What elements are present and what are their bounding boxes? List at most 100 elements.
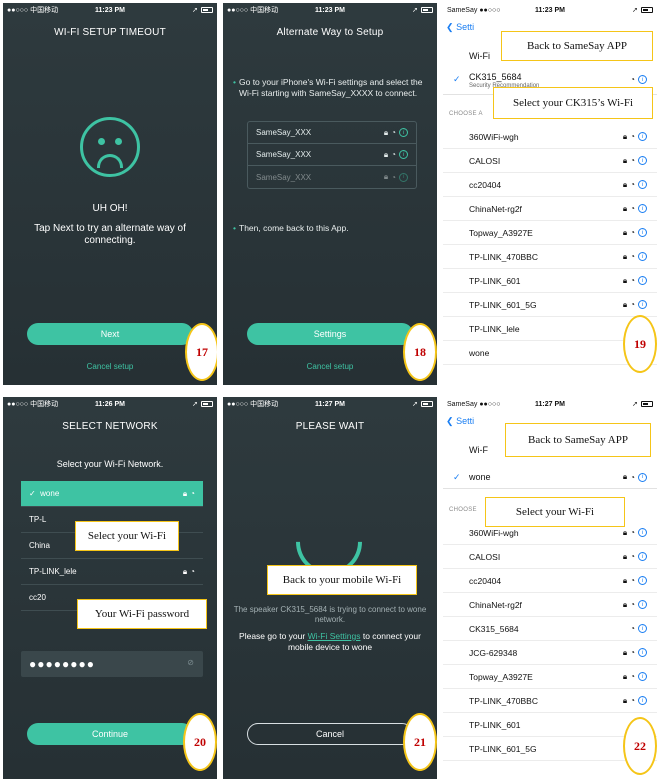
wifi-icon: ◔: [630, 228, 635, 237]
info-icon[interactable]: i: [638, 552, 647, 561]
info-icon[interactable]: i: [638, 156, 647, 165]
lock-icon: 🔒︎: [622, 575, 628, 585]
info-icon[interactable]: i: [638, 600, 647, 609]
clock: 11:27 PM: [535, 400, 565, 408]
hide-password-icon[interactable]: ⊘: [187, 658, 195, 667]
network-list: SameSay_XXX 🔒︎ ◔ i SameSay_XXX 🔒︎ ◔ i SameSay_…: [247, 121, 417, 189]
error-message: Tap Next to try an alternate way of conn…: [34, 223, 186, 246]
list-item-selected[interactable]: ✓ wone 🔒︎ ◔: [21, 481, 203, 507]
lock-icon: 🔒︎: [622, 275, 628, 285]
list-item[interactable]: TP-LINK_601 🔒︎ ◔ i: [443, 269, 657, 293]
settings-button[interactable]: Settings: [247, 323, 413, 345]
wifi-icon: ◔: [391, 150, 396, 159]
list-item[interactable]: TP-LINK_lele🔒︎◔: [21, 559, 203, 585]
lock-icon: 🔒︎: [182, 488, 188, 498]
list-item[interactable]: CALOSI 🔒︎ ◔ i: [443, 545, 657, 569]
battery-icon: [201, 401, 213, 407]
info-icon[interactable]: i: [399, 128, 408, 137]
step-badge: 19: [623, 315, 657, 373]
wifi-icon: ◔: [630, 204, 635, 213]
list-item[interactable]: SameSay_XXX 🔒︎ ◔ i: [248, 144, 416, 166]
info-icon[interactable]: i: [638, 696, 647, 705]
back-settings-button[interactable]: ❮ Setti: [446, 416, 474, 427]
info-icon[interactable]: i: [638, 252, 647, 261]
list-item[interactable]: ChinaNet-rg2f 🔒︎ ◔ i: [443, 197, 657, 221]
info-icon[interactable]: i: [638, 672, 647, 681]
next-button[interactable]: Next: [27, 323, 193, 345]
info-icon[interactable]: i: [638, 624, 647, 633]
status-message: The speaker CK315_5684 is trying to conn…: [233, 605, 427, 624]
wifi-icon: ◔: [630, 600, 635, 609]
info-icon[interactable]: i: [638, 276, 647, 285]
list-item[interactable]: Topway_A3927E 🔒︎ ◔ i: [443, 221, 657, 245]
lock-icon: 🔒︎: [622, 599, 628, 609]
screen-alternate-setup: ●●○○○ 中国移动 11:23 PM ➚ Alternate Way to S…: [223, 3, 437, 385]
info-icon[interactable]: i: [638, 576, 647, 585]
password-field[interactable]: ●●●●●●●● ⊘: [21, 651, 203, 677]
list-item[interactable]: cc20404 🔒︎ ◔ i: [443, 173, 657, 197]
info-icon[interactable]: i: [638, 75, 647, 84]
info-icon[interactable]: i: [638, 132, 647, 141]
cancel-setup-link[interactable]: Cancel setup: [3, 362, 217, 371]
info-icon[interactable]: i: [399, 172, 408, 182]
info-icon[interactable]: i: [638, 180, 647, 189]
lock-icon: 🔒︎: [622, 671, 628, 681]
clock: 11:23 PM: [315, 6, 345, 14]
info-icon[interactable]: i: [638, 472, 647, 482]
list-item[interactable]: 360WiFi-wgh 🔒︎ ◔ i: [443, 125, 657, 149]
list-item[interactable]: SameSay_XXX 🔒︎ ◔ i: [248, 166, 416, 188]
back-settings-button[interactable]: ❮ Setti: [446, 22, 474, 33]
section-header: CHOOSE A: [449, 111, 483, 117]
wifi-icon: ◔: [630, 552, 635, 561]
wifi-icon: ◔: [630, 300, 635, 309]
clock: 11:23 PM: [95, 6, 125, 14]
follow-up-text: Then, come back to this App.: [233, 223, 349, 233]
list-item[interactable]: Topway_A3927E 🔒︎ ◔ i: [443, 665, 657, 689]
list-item[interactable]: CK315_5684 ◔ i: [443, 617, 657, 641]
status-bar: ●●○○○ 中国移动 11:23 PM ➚: [223, 3, 437, 17]
info-icon[interactable]: i: [638, 648, 647, 657]
status-bar: SameSay ●●○○○ 11:23 PM ➚: [443, 3, 657, 17]
step-badge: 20: [183, 713, 217, 771]
info-icon[interactable]: i: [399, 150, 408, 159]
clock: 11:26 PM: [95, 400, 125, 408]
wifi-icon: ◔: [630, 252, 635, 261]
list-item[interactable]: ChinaNet-rg2f 🔒︎ ◔ i: [443, 593, 657, 617]
list-item[interactable]: TP-LINK_470BBC 🔒︎ ◔ i: [443, 245, 657, 269]
status-bar: SameSay ●●○○○ 11:27 PM ➚: [443, 397, 657, 411]
chevron-left-icon: ❮: [446, 22, 454, 32]
wifi-icon: ◔: [391, 128, 396, 137]
instruction-text: Go to your iPhone's Wi-Fi settings and s…: [233, 77, 429, 99]
callout-wifi-password: Your Wi-Fi password: [77, 599, 207, 629]
wifi-icon: ◔: [630, 528, 635, 537]
wifi-settings-link[interactable]: Wi-Fi Settings: [308, 631, 361, 641]
list-item[interactable]: JCG-629348 🔒︎ ◔ i: [443, 641, 657, 665]
lock-icon: 🔒︎: [383, 149, 389, 159]
list-item[interactable]: SameSay_XXX 🔒︎ ◔ i: [248, 122, 416, 144]
wifi-icon: ◔: [630, 648, 635, 657]
screen-select-network: ●●○○○ 中国移动 11:26 PM ➚ SELECT NETWORK Sel…: [3, 397, 217, 779]
lock-icon: 🔒︎: [622, 131, 628, 141]
lock-icon: 🔒︎: [622, 203, 628, 213]
list-item[interactable]: TP-LINK_470BBC 🔒︎ ◔ i: [443, 689, 657, 713]
checkmark-icon: ✓: [29, 489, 36, 498]
lock-icon: 🔒︎: [622, 179, 628, 189]
info-icon[interactable]: i: [638, 204, 647, 213]
lock-icon: 🔒︎: [622, 251, 628, 261]
wifi-icon: ◔: [630, 276, 635, 285]
lock-icon: 🔒︎: [622, 551, 628, 561]
list-item[interactable]: TP-LINK_601_5G 🔒︎ ◔ i: [443, 293, 657, 317]
info-icon[interactable]: i: [638, 300, 647, 309]
info-icon[interactable]: i: [638, 228, 647, 237]
info-icon[interactable]: i: [638, 528, 647, 537]
list-item[interactable]: CALOSI 🔒︎ ◔ i: [443, 149, 657, 173]
callout-select-wifi: Select your Wi-Fi: [75, 521, 179, 551]
connected-network-row[interactable]: ✓ wone 🔒︎ ◔ i: [443, 467, 657, 489]
sad-face-icon: [80, 117, 140, 177]
continue-button[interactable]: Continue: [27, 723, 193, 745]
list-item[interactable]: cc20404 🔒︎ ◔ i: [443, 569, 657, 593]
page-title: Alternate Way to Setup: [276, 27, 384, 38]
cancel-button[interactable]: Cancel: [247, 723, 413, 745]
wifi-icon: ◔: [630, 696, 635, 705]
callout-back-to-app: Back to SameSay APP: [505, 423, 651, 457]
